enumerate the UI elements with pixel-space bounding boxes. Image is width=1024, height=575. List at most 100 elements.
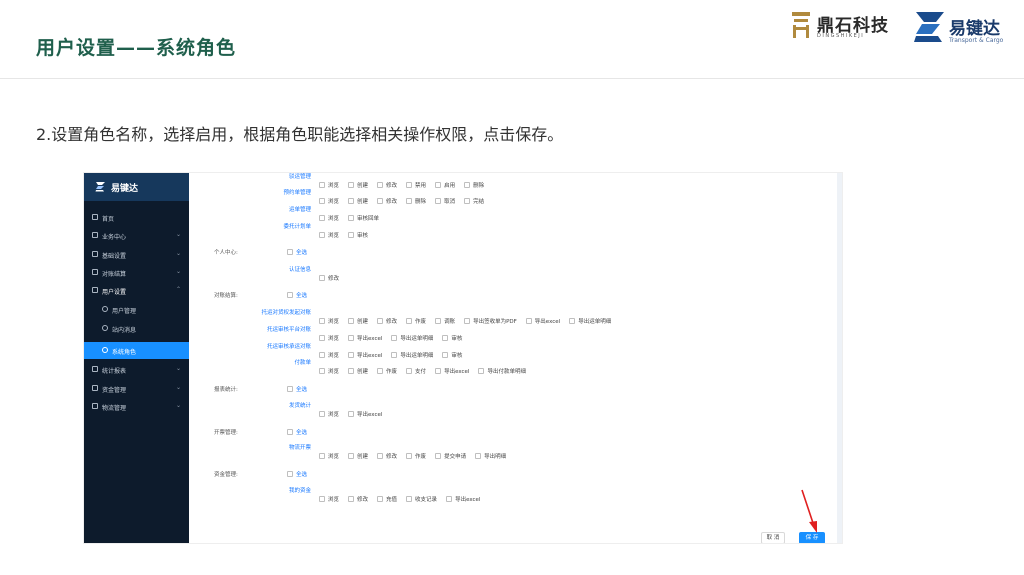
scrollbar[interactable] xyxy=(837,173,842,543)
permission-checkbox[interactable]: 导出excel xyxy=(348,410,382,418)
checkbox-icon xyxy=(319,453,325,459)
checkbox-icon xyxy=(377,198,384,204)
sidebar-item-label: 资金管理 xyxy=(102,387,127,394)
permission-checkbox[interactable]: 作废 xyxy=(377,367,397,375)
permission-checkbox[interactable]: 浏览 xyxy=(319,317,339,325)
save-button[interactable]: 保 存 xyxy=(799,532,825,543)
sidebar-item[interactable]: 统计报表 ⌄ xyxy=(84,361,189,378)
cancel-button[interactable]: 取 消 xyxy=(761,532,785,543)
permission-checkbox[interactable]: 修改 xyxy=(377,317,397,325)
permission-checkbox[interactable]: 创建 xyxy=(348,452,368,460)
permission-checkbox[interactable]: 修改 xyxy=(377,197,397,205)
permission-checkbox[interactable]: 调账 xyxy=(435,317,455,325)
permission-checkbox[interactable]: 修改 xyxy=(319,274,339,282)
permission-checkbox[interactable]: 浏览 xyxy=(319,214,339,222)
permission-checkbox[interactable]: 浏览 xyxy=(319,334,339,342)
permission-checkbox[interactable]: 完结 xyxy=(464,197,484,205)
permission-checkbox-label: 导出excel xyxy=(357,412,383,418)
permission-checkbox[interactable]: 导出明细 xyxy=(475,452,506,460)
select-all-checkbox[interactable]: 全选 xyxy=(287,248,307,256)
checkbox-icon xyxy=(446,496,453,502)
sidebar-item[interactable]: 基础设置 ⌄ xyxy=(84,246,189,263)
permission-options: 修改 xyxy=(319,265,348,282)
permission-checkbox-label: 浏览 xyxy=(328,369,340,375)
sidebar-item[interactable]: 物流管理 ⌄ xyxy=(84,398,189,415)
sidebar-item-label: 业务中心 xyxy=(102,234,127,241)
permission-checkbox[interactable]: 创建 xyxy=(348,317,368,325)
permission-checkbox[interactable]: 审核 xyxy=(442,334,462,342)
permission-checkbox[interactable]: 导出运单明细 xyxy=(569,317,611,325)
select-all-checkbox[interactable]: 全选 xyxy=(287,470,307,478)
checkbox-icon xyxy=(435,318,442,324)
sidebar-item-label: 基础设置 xyxy=(102,253,127,260)
select-all-checkbox[interactable]: 全选 xyxy=(287,291,307,299)
select-all-checkbox[interactable]: 全选 xyxy=(287,385,307,393)
permission-row-label: 委托计划单 xyxy=(283,224,311,230)
checkbox-icon xyxy=(287,249,293,255)
permission-checkbox[interactable]: 充值 xyxy=(377,495,397,503)
permission-checkbox[interactable]: 修改 xyxy=(377,452,397,460)
yijianda-logo: 易键达 Transport & Cargo xyxy=(912,8,1012,48)
permission-checkbox[interactable]: 导出运单明细 xyxy=(391,334,433,342)
checkbox-icon xyxy=(348,335,355,341)
select-all-label: 全选 xyxy=(296,250,308,256)
permission-checkbox[interactable]: 浏览 xyxy=(319,410,339,418)
checkbox-icon xyxy=(319,368,325,374)
permission-checkbox[interactable]: 审核回单 xyxy=(348,214,379,222)
permission-checkbox-label: 导出excel xyxy=(444,369,470,375)
checkbox-icon xyxy=(319,215,325,221)
permission-checkbox[interactable]: 提交申请 xyxy=(435,452,466,460)
permission-row-label: 我的资金 xyxy=(288,488,311,494)
sidebar-item[interactable]: 用户管理 xyxy=(84,301,189,318)
permission-checkbox[interactable]: 浏览 xyxy=(319,452,339,460)
permission-checkbox[interactable]: 浏览 xyxy=(319,197,339,205)
checkbox-icon xyxy=(435,453,442,459)
sidebar-item[interactable]: 对账结算 ⌄ xyxy=(84,264,189,281)
permission-checkbox[interactable]: 浏览 xyxy=(319,231,339,239)
sidebar-item[interactable]: 站内消息 xyxy=(84,320,189,337)
role-icon xyxy=(102,347,108,353)
checkbox-icon xyxy=(435,198,442,204)
permission-checkbox[interactable]: 收支记录 xyxy=(406,495,437,503)
calculator-icon xyxy=(92,269,98,275)
sidebar-item-label: 统计报表 xyxy=(102,368,127,375)
checkbox-icon xyxy=(348,411,355,417)
sidebar-item[interactable]: 资金管理 ⌄ xyxy=(84,380,189,397)
dingshi-logo: 鼎石科技 DINGSHIKEJI xyxy=(790,10,905,42)
permission-checkbox[interactable]: 导出excel xyxy=(446,495,480,503)
permission-checkbox[interactable]: 修改 xyxy=(348,495,368,503)
permission-checkbox-label: 修改 xyxy=(386,454,398,460)
checkbox-icon xyxy=(348,215,355,221)
checkbox-icon xyxy=(287,429,293,435)
sidebar-item[interactable]: 业务中心 ⌄ xyxy=(84,227,189,244)
permission-checkbox[interactable]: 取消 xyxy=(435,197,455,205)
select-all-label: 全选 xyxy=(296,472,308,478)
permission-checkbox[interactable]: 作废 xyxy=(406,317,426,325)
sidebar-item[interactable]: 用户设置 ⌃ xyxy=(84,282,189,299)
permission-row-label: 驳运管理 xyxy=(288,174,311,180)
permission-checkbox[interactable]: 浏览 xyxy=(319,367,339,375)
permission-checkbox[interactable]: 导出excel xyxy=(525,317,560,325)
permission-checkbox[interactable]: 导出excel xyxy=(435,367,469,375)
permission-options: 浏览 创建 修改 禁用 启用 删除 xyxy=(319,173,493,189)
sidebar-item[interactable]: 首页 xyxy=(84,209,189,226)
permission-checkbox[interactable]: 删除 xyxy=(406,197,426,205)
sidebar-item-label: 用户管理 xyxy=(112,308,137,315)
select-all-checkbox[interactable]: 全选 xyxy=(287,428,307,436)
permission-options: 浏览 导出excel xyxy=(319,401,391,418)
permission-checkbox[interactable]: 支付 xyxy=(406,367,426,375)
permission-checkbox[interactable]: 创建 xyxy=(348,197,368,205)
permission-checkbox[interactable]: 浏览 xyxy=(319,495,339,503)
permission-checkbox[interactable]: 导出签收单为PDF xyxy=(464,317,517,325)
checkbox-icon xyxy=(475,453,482,459)
checkbox-icon xyxy=(377,453,384,459)
permission-checkbox[interactable]: 导出excel xyxy=(348,334,382,342)
checkbox-icon xyxy=(319,318,325,324)
sidebar-item[interactable]: 系统角色 xyxy=(84,342,189,359)
permission-checkbox[interactable]: 导出付款单明细 xyxy=(478,367,526,375)
permission-checkbox[interactable]: 创建 xyxy=(348,367,368,375)
section-title: 资金管理: xyxy=(214,472,238,478)
checkbox-icon xyxy=(391,335,398,341)
permission-checkbox[interactable]: 审核 xyxy=(348,231,368,239)
permission-checkbox[interactable]: 作废 xyxy=(406,452,426,460)
